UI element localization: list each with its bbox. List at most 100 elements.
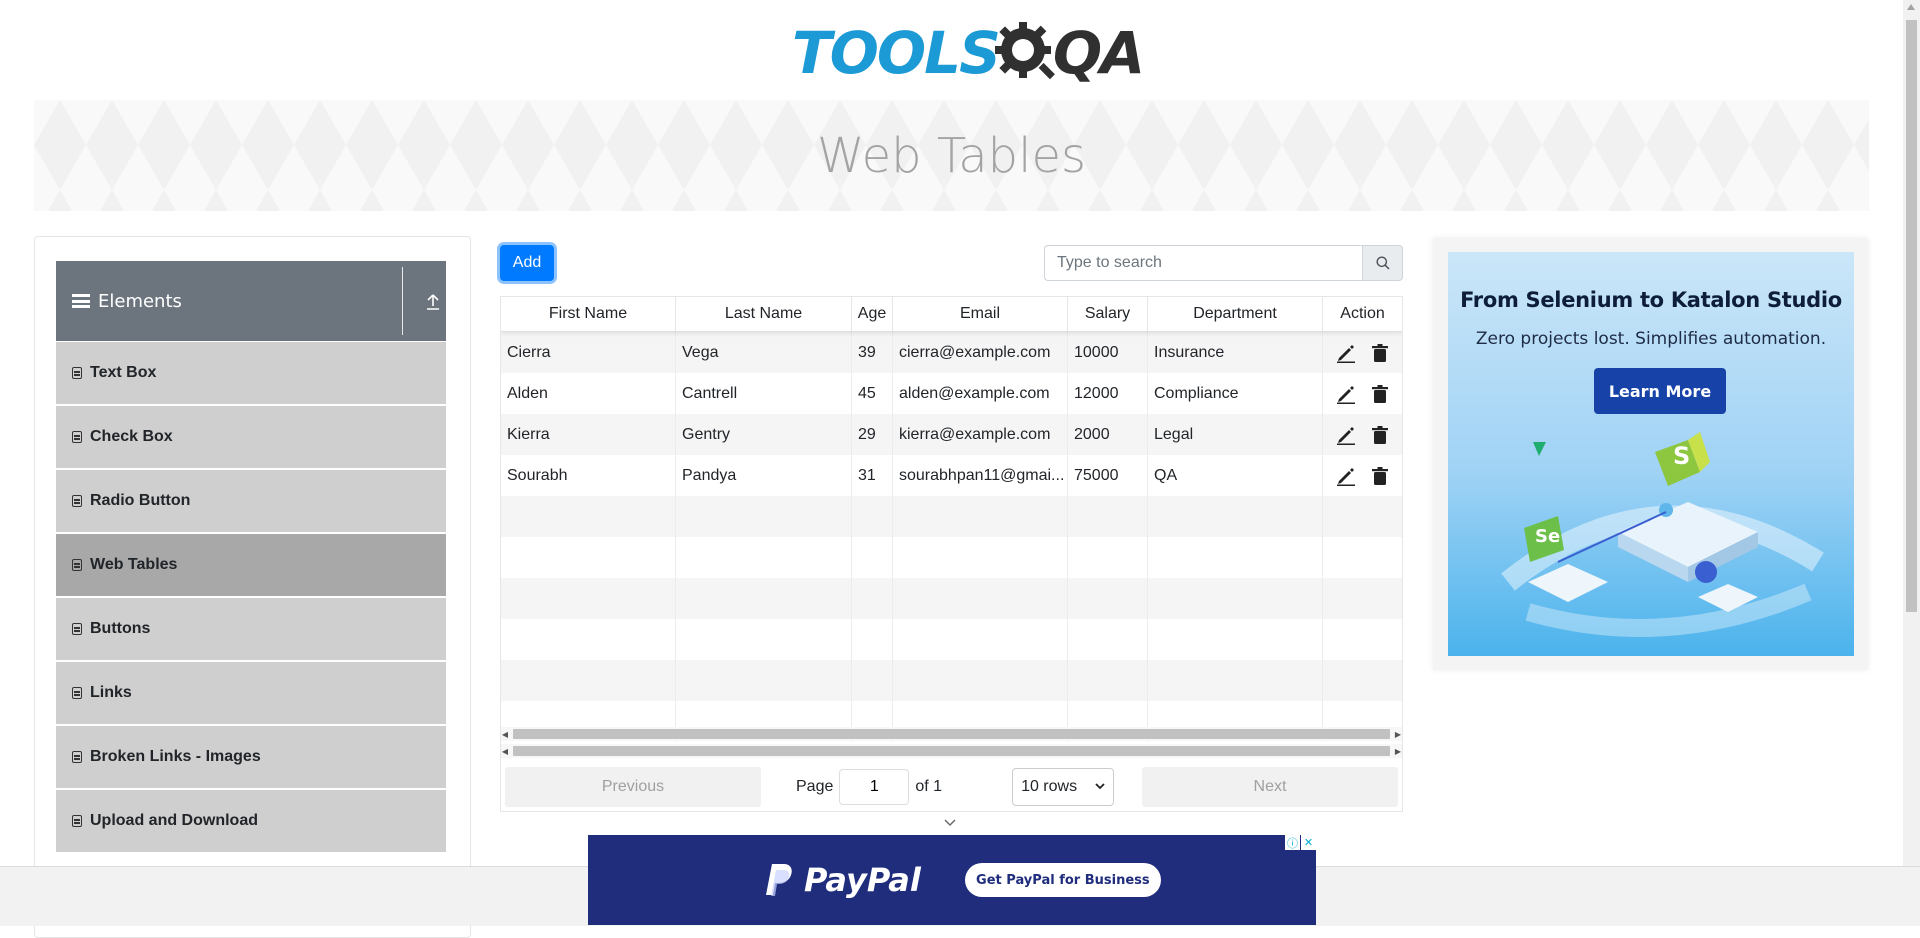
ad-title: From Selenium to Katalon Studio xyxy=(1460,288,1842,312)
learn-more-button[interactable]: Learn More xyxy=(1594,368,1726,414)
collapse-arrow-icon[interactable] xyxy=(426,293,440,311)
paypal-wordmark: PayPal xyxy=(804,861,921,899)
page-title: Web Tables xyxy=(816,127,1087,184)
scroll-left-icon[interactable]: ◀ xyxy=(501,747,509,756)
table-body: Cierra Vega 39 cierra@example.com 10000 Insur… xyxy=(501,332,1402,742)
table-row xyxy=(501,578,1402,619)
paypal-p-icon xyxy=(766,864,792,896)
scroll-right-icon[interactable]: ▶ xyxy=(1394,747,1402,756)
table-cell: 10000 xyxy=(1068,332,1148,373)
list-icon xyxy=(72,687,82,699)
table-cell: Pandya xyxy=(676,455,852,496)
empty-cell xyxy=(852,578,893,619)
edit-icon[interactable] xyxy=(1336,343,1356,363)
sidebar-item-text-box[interactable]: Text Box xyxy=(56,342,446,404)
table-scrollbar-top[interactable]: ◀ ▶ xyxy=(500,727,1403,741)
search-input[interactable] xyxy=(1044,245,1362,281)
delete-icon[interactable] xyxy=(1370,425,1390,445)
empty-cell xyxy=(852,537,893,578)
table-scrollbar-bottom[interactable]: ◀ ▶ xyxy=(500,744,1403,758)
table-cell: Compliance xyxy=(1148,373,1323,414)
column-header-action[interactable]: Action xyxy=(1323,297,1402,331)
table-cell: sourabhpan11@gmai... xyxy=(893,455,1068,496)
sidebar-item-radio-button[interactable]: Radio Button xyxy=(56,470,446,532)
sidebar-item-label: Web Tables xyxy=(90,556,178,573)
hamburger-icon xyxy=(72,294,90,308)
chevron-down-icon[interactable] xyxy=(944,818,956,828)
paypal-logo: PayPal xyxy=(764,861,921,899)
table-row xyxy=(501,537,1402,578)
table-cell: Vega xyxy=(676,332,852,373)
chevron-down-icon xyxy=(1095,783,1105,790)
sidebar-item-links[interactable]: Links xyxy=(56,662,446,724)
header-divider xyxy=(402,267,403,335)
ad-choices[interactable]: ⓘ ✕ xyxy=(1284,835,1316,850)
empty-cell xyxy=(893,619,1068,660)
page-scrollbar[interactable] xyxy=(1903,0,1920,866)
search-button[interactable] xyxy=(1362,245,1403,281)
sidebar-item-label: Broken Links - Images xyxy=(90,748,261,765)
page-banner: Web Tables xyxy=(34,100,1869,211)
column-header-email[interactable]: Email xyxy=(893,297,1068,331)
list-icon xyxy=(72,815,82,827)
scroll-right-icon[interactable]: ▶ xyxy=(1394,730,1402,739)
table-cell: cierra@example.com xyxy=(893,332,1068,373)
table-row xyxy=(501,660,1402,701)
empty-cell xyxy=(1323,496,1402,537)
edit-icon[interactable] xyxy=(1336,384,1356,404)
sidebar-item-label: Links xyxy=(90,684,132,701)
column-header-first-name[interactable]: First Name xyxy=(501,297,676,331)
empty-cell xyxy=(1323,619,1402,660)
delete-icon[interactable] xyxy=(1370,343,1390,363)
pagination: Previous Page of 1 10 rows Next xyxy=(500,762,1403,812)
empty-cell xyxy=(501,537,676,578)
sidebar-item-buttons[interactable]: Buttons xyxy=(56,598,446,660)
page-number-input[interactable] xyxy=(839,768,910,805)
empty-cell xyxy=(852,619,893,660)
sidebar-item-label: Upload and Download xyxy=(90,812,258,829)
delete-icon[interactable] xyxy=(1370,466,1390,486)
sidebar-menu: Text Box Check Box Radio Button Web Tables B… xyxy=(56,342,446,854)
search-icon xyxy=(1376,256,1390,270)
empty-cell xyxy=(1068,496,1148,537)
toolsqa-logo[interactable]: TOOLS QA xyxy=(792,15,1145,90)
selenium-badge-letters: Se xyxy=(1535,526,1561,547)
sidebar-item-label: Text Box xyxy=(90,364,157,381)
ad-close-icon[interactable]: ✕ xyxy=(1301,835,1316,850)
table-cell: alden@example.com xyxy=(893,373,1068,414)
sidebar-item-label: Check Box xyxy=(90,428,173,445)
next-button[interactable]: Next xyxy=(1142,766,1398,807)
column-header-department[interactable]: Department xyxy=(1148,297,1323,331)
sidebar-item-web-tables[interactable]: Web Tables xyxy=(56,534,446,596)
sidebar-item-check-box[interactable]: Check Box xyxy=(56,406,446,468)
katalon-ad[interactable]: From Selenium to Katalon Studio Zero pro… xyxy=(1448,252,1854,656)
get-paypal-button[interactable]: Get PayPal for Business xyxy=(964,863,1161,897)
scroll-up-icon[interactable] xyxy=(1907,4,1915,10)
sidebar-item-broken-links-images[interactable]: Broken Links - Images xyxy=(56,726,446,788)
sidebar-group-elements[interactable]: Elements xyxy=(56,261,446,341)
katalon-badge-letter: S xyxy=(1673,442,1691,470)
list-icon xyxy=(72,751,82,763)
column-header-last-name[interactable]: Last Name xyxy=(676,297,852,331)
empty-cell xyxy=(893,496,1068,537)
sidebar-item-label: Radio Button xyxy=(90,492,191,509)
delete-icon[interactable] xyxy=(1370,384,1390,404)
rows-per-page-select[interactable]: 10 rows xyxy=(1012,767,1115,806)
empty-cell xyxy=(893,537,1068,578)
add-button[interactable]: Add xyxy=(500,245,554,281)
empty-cell xyxy=(1323,578,1402,619)
sidebar-item-upload-and-download[interactable]: Upload and Download xyxy=(56,790,446,852)
ad-info-icon[interactable]: ⓘ xyxy=(1285,835,1300,850)
scroll-left-icon[interactable]: ◀ xyxy=(501,730,509,739)
paypal-ad[interactable]: PayPal Get PayPal for Business ⓘ ✕ xyxy=(588,835,1316,925)
table-cell: kierra@example.com xyxy=(893,414,1068,455)
edit-icon[interactable] xyxy=(1336,466,1356,486)
previous-button[interactable]: Previous xyxy=(505,766,761,807)
empty-cell xyxy=(501,619,676,660)
column-header-salary[interactable]: Salary xyxy=(1068,297,1148,331)
table-cell: 2000 xyxy=(1068,414,1148,455)
edit-icon[interactable] xyxy=(1336,425,1356,445)
empty-cell xyxy=(676,660,852,701)
column-header-age[interactable]: Age xyxy=(852,297,893,331)
page-scroll-thumb[interactable] xyxy=(1906,20,1917,612)
